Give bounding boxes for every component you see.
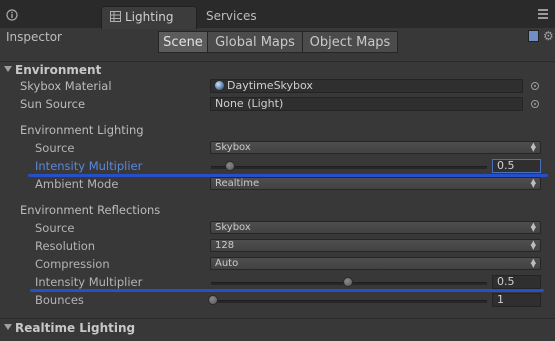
dropdown-arrows-icon: ▲ ▼	[530, 221, 536, 233]
tab-inspector-label: Inspector	[6, 29, 62, 44]
realtime-lighting-section-header[interactable]: Realtime Lighting	[0, 321, 555, 335]
bounces-slider-thumb[interactable]	[208, 295, 218, 305]
object-picker-icon[interactable]	[531, 100, 539, 108]
tab-menu-icon[interactable]	[538, 9, 548, 19]
reflection-intensity-label: Intensity Multiplier	[35, 275, 143, 289]
lighting-intensity-label: Intensity Multiplier	[35, 159, 143, 173]
tab-services[interactable]: Services	[206, 6, 276, 28]
reflection-intensity-slider-thumb[interactable]	[343, 277, 353, 287]
skybox-material-field[interactable]: DaytimeSkybox	[210, 79, 523, 93]
environment-reflections-heading: Environment Reflections	[20, 203, 161, 217]
resolution-dropdown[interactable]: 128 ▲ ▼	[210, 239, 541, 252]
lighting-grid-icon	[110, 8, 121, 28]
lighting-source-dropdown[interactable]: Skybox ▲ ▼	[210, 141, 541, 154]
dropdown-arrows-icon: ▲ ▼	[530, 257, 536, 269]
skybox-material-label: Skybox Material	[20, 79, 112, 93]
sun-source-field[interactable]: None (Light)	[210, 97, 523, 111]
foldout-arrow-icon	[4, 324, 12, 330]
tab-inspector[interactable]: Inspector	[6, 6, 76, 44]
gear-icon[interactable]: ⚙	[543, 30, 554, 42]
object-picker-icon[interactable]	[531, 82, 539, 90]
help-book-icon[interactable]	[528, 30, 539, 42]
lighting-intensity-slider-thumb[interactable]	[225, 161, 235, 171]
mode-global-maps-button[interactable]: Global Maps	[207, 31, 303, 53]
ambient-mode-value: Realtime	[215, 178, 260, 189]
ambient-mode-label: Ambient Mode	[35, 177, 119, 191]
annotation-underline	[30, 289, 544, 292]
mode-object-maps-button[interactable]: Object Maps	[302, 31, 398, 53]
resolution-label: Resolution	[35, 239, 96, 253]
dropdown-arrows-icon: ▲ ▼	[530, 177, 536, 189]
reflection-source-dropdown[interactable]: Skybox ▲ ▼	[210, 221, 541, 234]
resolution-value: 128	[215, 240, 235, 251]
lighting-source-label: Source	[35, 141, 75, 155]
environment-section-header[interactable]: Environment	[0, 63, 555, 77]
section-divider	[0, 61, 555, 62]
tab-lighting[interactable]: Lighting	[101, 6, 197, 29]
section-divider	[0, 318, 555, 319]
sun-source-value: None (Light)	[215, 97, 284, 110]
dropdown-arrows-icon: ▲ ▼	[530, 141, 536, 153]
environment-lighting-heading: Environment Lighting	[20, 123, 144, 137]
lighting-window: Inspector Lighting Services Scene Global…	[0, 0, 555, 341]
bounces-field[interactable]: 1	[492, 293, 541, 307]
realtime-lighting-title: Realtime Lighting	[15, 321, 136, 335]
environment-title: Environment	[15, 63, 102, 77]
tab-bar: Inspector Lighting Services	[0, 0, 555, 44]
reflection-source-value: Skybox	[215, 222, 251, 233]
reflection-source-label: Source	[35, 221, 75, 235]
lighting-intensity-field[interactable]: 0.5	[492, 159, 541, 173]
tab-services-label: Services	[206, 9, 257, 23]
tab-lighting-label: Lighting	[125, 10, 174, 24]
dropdown-arrows-icon: ▲ ▼	[530, 239, 536, 251]
compression-dropdown[interactable]: Auto ▲ ▼	[210, 257, 541, 270]
compression-label: Compression	[35, 257, 110, 271]
ambient-mode-dropdown[interactable]: Realtime ▲ ▼	[210, 177, 541, 190]
material-sphere-icon	[215, 81, 224, 90]
lighting-intensity-slider-track[interactable]	[211, 166, 487, 169]
reflection-intensity-field[interactable]: 0.5	[492, 275, 541, 289]
lighting-source-value: Skybox	[215, 142, 251, 153]
sun-source-label: Sun Source	[20, 97, 86, 111]
skybox-material-value: DaytimeSkybox	[227, 79, 313, 92]
bounces-label: Bounces	[35, 293, 84, 307]
info-icon	[6, 7, 18, 27]
foldout-arrow-icon	[4, 66, 12, 72]
mode-scene-button[interactable]: Scene	[158, 31, 208, 53]
compression-value: Auto	[215, 258, 239, 269]
bounces-slider-track[interactable]	[211, 300, 487, 303]
